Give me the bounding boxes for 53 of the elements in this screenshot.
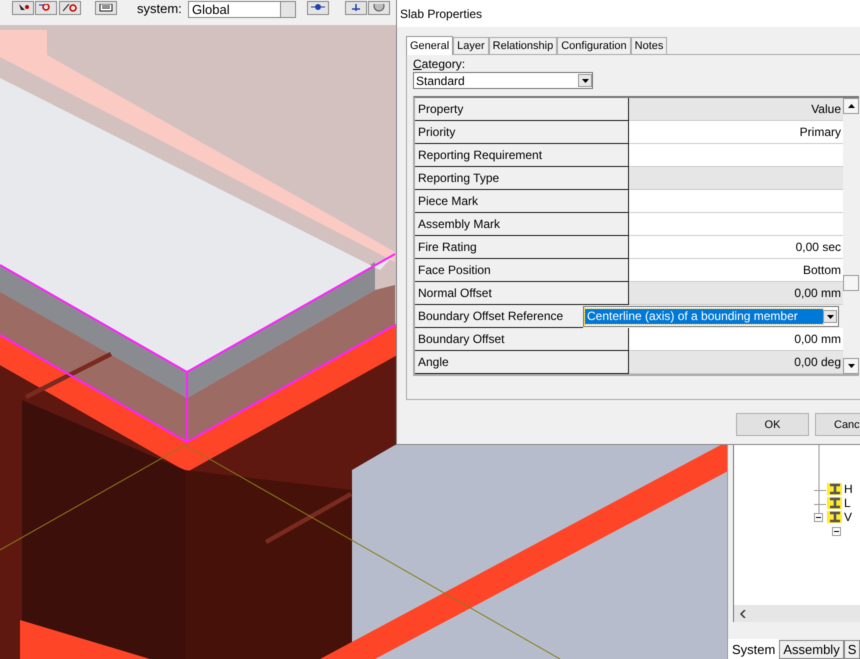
property-value[interactable]: 0,00 deg xyxy=(629,351,843,374)
property-name: Assembly Mark xyxy=(415,213,629,236)
target-icon[interactable] xyxy=(59,1,81,15)
property-name: Priority xyxy=(415,121,629,144)
scroll-up-icon[interactable] xyxy=(843,98,859,114)
property-name: Face Position xyxy=(415,259,629,282)
panel-tab[interactable]: System xyxy=(728,639,780,659)
tree-item[interactable]: V xyxy=(844,510,852,524)
target-icon[interactable] xyxy=(35,1,57,15)
collapse-icon[interactable] xyxy=(832,526,844,536)
category-label: Category: xyxy=(413,57,466,71)
dialog-button[interactable]: OK xyxy=(736,413,809,436)
property-value[interactable]: 0,00 sec xyxy=(629,236,843,259)
beam-icon xyxy=(827,496,843,510)
value-dropdown[interactable]: Centerline (axis) of a bounding member xyxy=(583,306,839,327)
property-value[interactable]: 0,00 mm xyxy=(629,328,843,351)
dialog-tab[interactable]: General xyxy=(406,36,454,55)
dialog-tab[interactable]: Configuration xyxy=(557,37,631,54)
dialog-title: Slab Properties xyxy=(400,6,482,20)
property-name: Reporting Requirement xyxy=(415,144,629,167)
dialog-button[interactable]: Canc xyxy=(815,413,860,436)
column-header: Value xyxy=(629,98,843,121)
property-name: Fire Rating xyxy=(415,236,629,259)
vertical-scrollbar[interactable] xyxy=(843,98,859,374)
dialog-tab[interactable]: Layer xyxy=(453,37,489,54)
column-header: Property xyxy=(415,98,629,121)
property-name: Reporting Type xyxy=(415,167,629,190)
scroll-down-icon[interactable] xyxy=(843,358,859,374)
cursor-icon[interactable] xyxy=(12,1,34,15)
scroll-left-icon[interactable] xyxy=(740,610,746,618)
scrollbar-thumb[interactable] xyxy=(843,275,859,291)
property-name: Boundary Offset xyxy=(415,328,629,351)
category-dropdown[interactable]: Standard xyxy=(413,72,593,89)
panel-tab[interactable]: S xyxy=(844,640,860,659)
tree-item[interactable]: H xyxy=(844,482,853,496)
tree-item[interactable]: L xyxy=(844,496,851,510)
dialog-tab[interactable]: Notes xyxy=(630,37,668,54)
property-name: Piece Mark xyxy=(415,190,629,213)
network-icon[interactable] xyxy=(307,1,329,15)
system-combo[interactable]: Global xyxy=(188,1,296,18)
list-icon[interactable] xyxy=(95,1,117,15)
property-value[interactable]: Bottom xyxy=(629,259,843,282)
property-value[interactable]: Primary xyxy=(629,121,843,144)
beam-icon xyxy=(827,482,843,496)
property-value[interactable]: 0,00 mm xyxy=(629,282,843,305)
property-name: Angle xyxy=(415,351,629,374)
panel-tab[interactable]: Assembly xyxy=(779,640,844,659)
beam-icon xyxy=(827,510,843,524)
collapse-icon[interactable] xyxy=(814,512,826,522)
dialog-tab[interactable]: Relationship xyxy=(488,37,558,54)
system-label: system: xyxy=(137,1,182,17)
property-name: Normal Offset xyxy=(415,282,629,305)
horizontal-scrollbar[interactable] xyxy=(733,605,860,622)
